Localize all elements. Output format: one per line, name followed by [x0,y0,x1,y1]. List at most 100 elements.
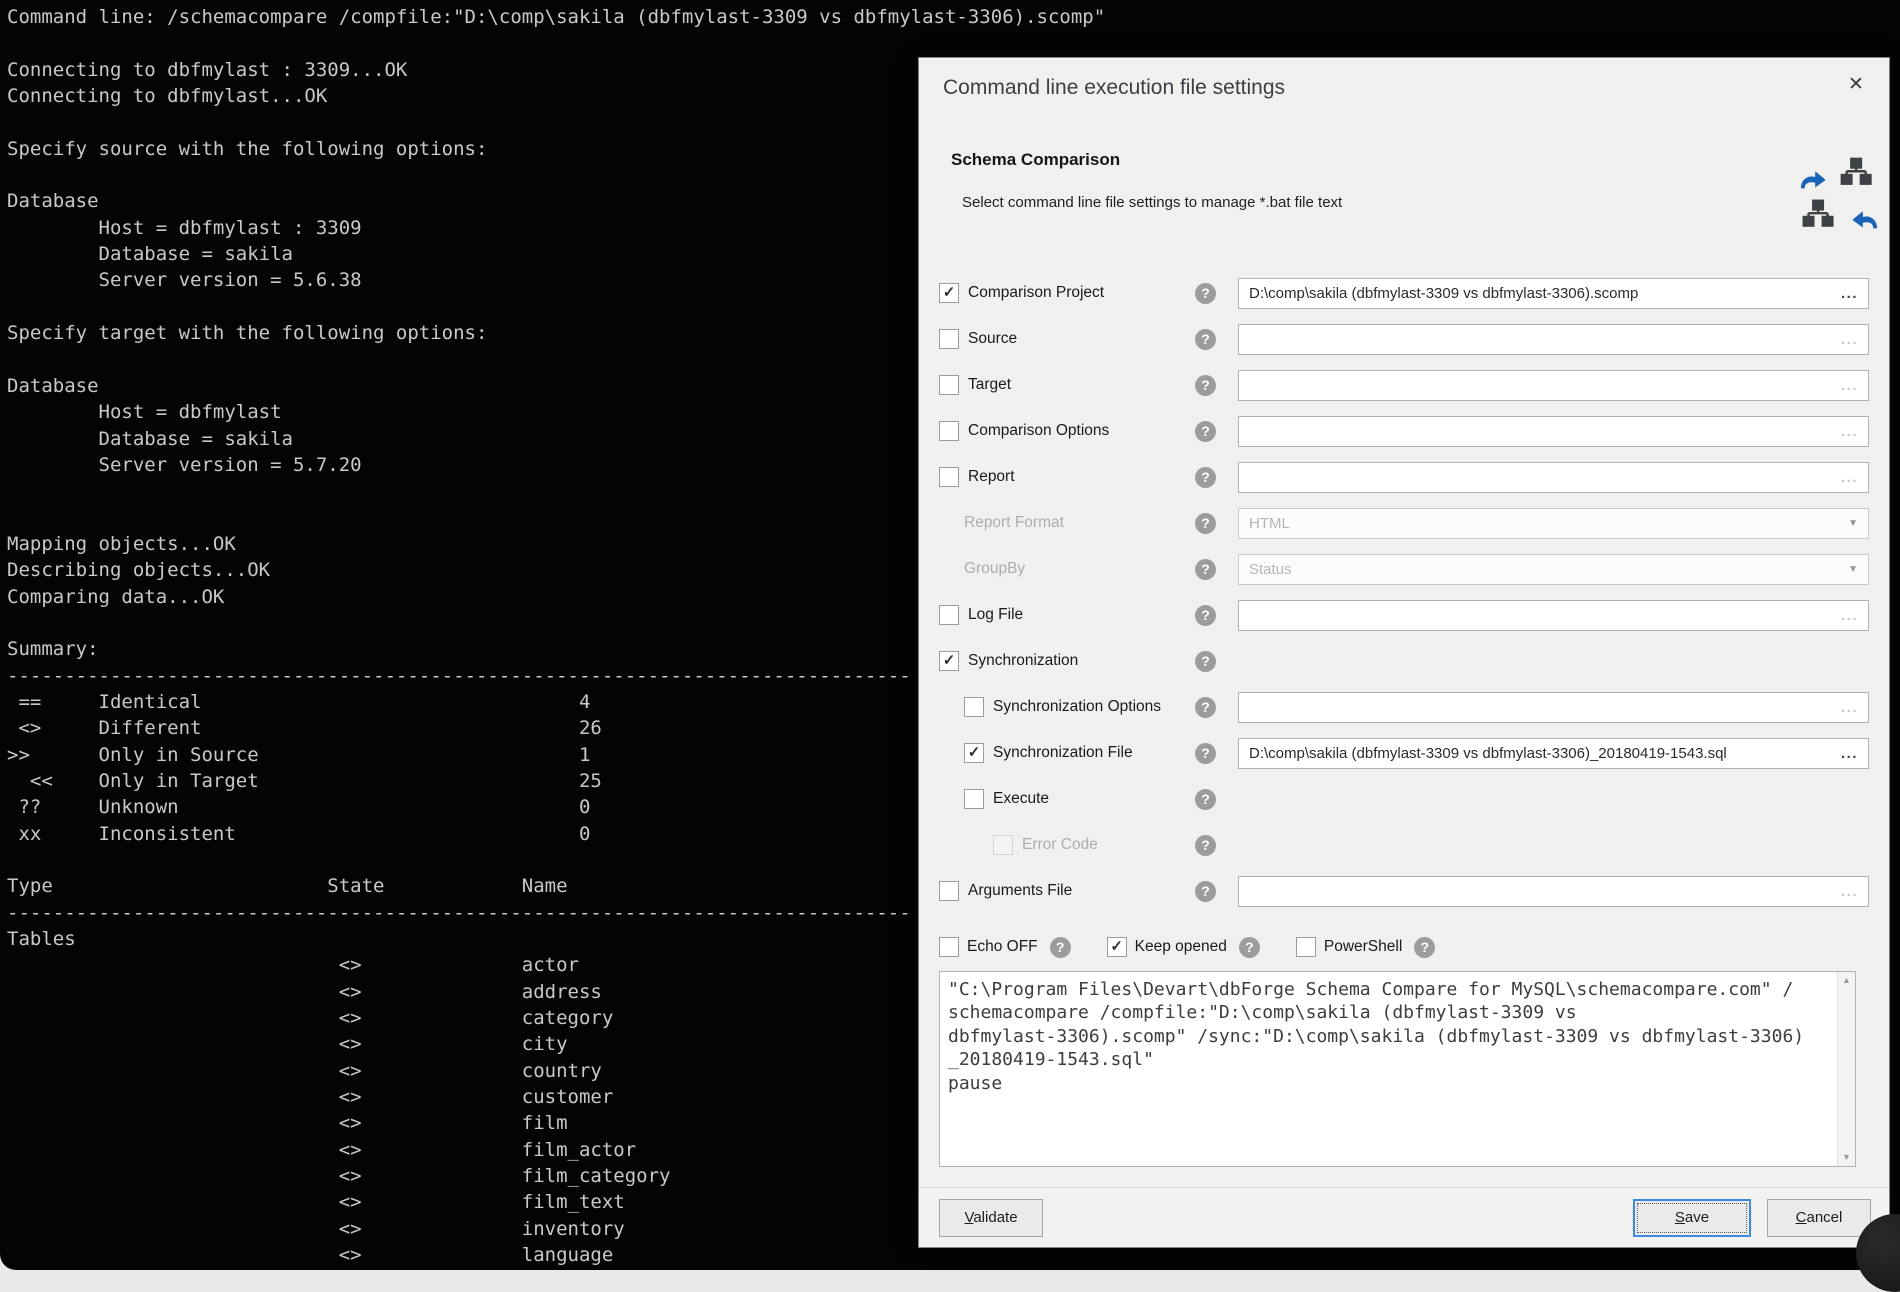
help-icon[interactable]: ? [1195,881,1216,902]
row-groupby: GroupBy ? Status ▼ [939,546,1869,592]
target-checkbox[interactable] [939,375,959,395]
bat-file-textarea[interactable]: "C:\Program Files\Devart\dbForge Schema … [939,971,1856,1167]
help-icon[interactable]: ? [1239,937,1260,958]
row-arguments-file: Arguments File ? ... [939,868,1869,914]
arguments-file-input[interactable]: ... [1238,876,1869,907]
chevron-down-icon: ▼ [1848,518,1858,529]
row-comparison-options: Comparison Options ? ... [939,408,1869,454]
row-error-code: Error Code ? [939,822,1869,868]
scroll-down-icon[interactable]: ▼ [1838,1149,1855,1166]
execute-label: Execute [993,790,1049,808]
keep-opened-label: Keep opened [1135,938,1227,956]
help-icon[interactable]: ? [1195,513,1216,534]
comparison-options-checkbox[interactable] [939,421,959,441]
report-format-select[interactable]: HTML ▼ [1238,508,1869,539]
execution-options: Echo OFF ? ✓ Keep opened ? PowerShell ? [939,927,1435,967]
help-icon[interactable]: ? [1414,937,1435,958]
comparison-options-input[interactable]: ... [1238,416,1869,447]
help-icon[interactable]: ? [1195,697,1216,718]
help-icon[interactable]: ? [1195,789,1216,810]
browse-button[interactable]: ... [1841,883,1858,900]
powershell-label: PowerShell [1324,938,1402,956]
help-icon[interactable]: ? [1195,421,1216,442]
settings-rows: ✓ Comparison Project ? D:\comp\sakila (d… [939,270,1869,914]
report-label: Report [968,468,1015,486]
synchronization-label: Synchronization [968,652,1078,670]
groupby-label: GroupBy [964,560,1025,578]
save-button[interactable]: Save [1633,1199,1751,1237]
opt-echo-off: Echo OFF ? [939,937,1071,958]
target-input[interactable]: ... [1238,370,1869,401]
help-icon[interactable]: ? [1195,375,1216,396]
opt-keep-opened: ✓ Keep opened ? [1107,937,1260,958]
opt-powershell: PowerShell ? [1296,937,1435,958]
row-synchronization-file: ✓ Synchronization File ? D:\comp\sakila … [939,730,1869,776]
help-icon[interactable]: ? [1195,467,1216,488]
row-log-file: Log File ? ... [939,592,1869,638]
row-comparison-project: ✓ Comparison Project ? D:\comp\sakila (d… [939,270,1869,316]
source-checkbox[interactable] [939,329,959,349]
powershell-checkbox[interactable] [1296,937,1316,957]
arguments-file-label: Arguments File [968,882,1072,900]
arguments-file-checkbox[interactable] [939,881,959,901]
browse-button[interactable]: ... [1841,745,1858,762]
keep-opened-checkbox[interactable]: ✓ [1107,937,1127,957]
synchronization-file-input[interactable]: D:\comp\sakila (dbfmylast-3309 vs dbfmyl… [1238,738,1869,769]
error-code-checkbox[interactable] [993,835,1013,855]
synchronization-checkbox[interactable]: ✓ [939,651,959,671]
source-label: Source [968,330,1017,348]
schema-comparison-heading: Schema Comparison [951,150,1120,170]
comparison-project-input[interactable]: D:\comp\sakila (dbfmylast-3309 vs dbfmyl… [1238,278,1869,309]
synchronization-options-checkbox[interactable] [964,697,984,717]
help-icon[interactable]: ? [1195,651,1216,672]
cancel-button[interactable]: Cancel [1767,1199,1871,1237]
synchronization-file-checkbox[interactable]: ✓ [964,743,984,763]
help-icon[interactable]: ? [1050,937,1071,958]
execute-checkbox[interactable] [964,789,984,809]
synchronization-options-input[interactable]: ... [1238,692,1869,723]
comparison-options-label: Comparison Options [968,422,1109,440]
browse-button[interactable]: ... [1841,699,1858,716]
echo-off-checkbox[interactable] [939,937,959,957]
browse-button[interactable]: ... [1841,469,1858,486]
source-input[interactable]: ... [1238,324,1869,355]
report-format-label: Report Format [964,514,1064,532]
help-icon[interactable]: ? [1195,605,1216,626]
log-file-checkbox[interactable] [939,605,959,625]
row-synchronization-options: Synchronization Options ? ... [939,684,1869,730]
row-source: Source ? ... [939,316,1869,362]
schema-compare-icon [1799,156,1879,238]
groupby-select[interactable]: Status ▼ [1238,554,1869,585]
close-icon[interactable]: ✕ [1843,72,1869,98]
browse-button[interactable]: ... [1841,607,1858,624]
error-code-label: Error Code [1022,836,1098,854]
dialog-title: Command line execution file settings [943,76,1285,100]
help-icon[interactable]: ? [1195,743,1216,764]
help-icon[interactable]: ? [1195,835,1216,856]
synchronization-file-label: Synchronization File [993,744,1133,762]
row-execute: Execute ? [939,776,1869,822]
textarea-scrollbar[interactable]: ▲ ▼ [1837,972,1855,1166]
help-icon[interactable]: ? [1195,559,1216,580]
validate-button[interactable]: Validate [939,1199,1043,1237]
chevron-down-icon: ▼ [1848,564,1858,575]
browse-button[interactable]: ... [1841,423,1858,440]
scroll-up-icon[interactable]: ▲ [1838,972,1855,989]
browse-button[interactable]: ... [1841,377,1858,394]
help-icon[interactable]: ? [1195,329,1216,350]
report-input[interactable]: ... [1238,462,1869,493]
row-target: Target ? ... [939,362,1869,408]
browse-button[interactable]: ... [1841,285,1858,302]
target-label: Target [968,376,1011,394]
row-report: Report ? ... [939,454,1869,500]
command-line-settings-dialog: Command line execution file settings ✕ S… [918,57,1890,1248]
comparison-project-label: Comparison Project [968,284,1104,302]
log-file-label: Log File [968,606,1023,624]
help-icon[interactable]: ? [1195,283,1216,304]
report-checkbox[interactable] [939,467,959,487]
bat-file-text: "C:\Program Files\Devart\dbForge Schema … [940,972,1855,1101]
comparison-project-checkbox[interactable]: ✓ [939,283,959,303]
schema-comparison-subtitle: Select command line file settings to man… [962,194,1342,211]
log-file-input[interactable]: ... [1238,600,1869,631]
browse-button[interactable]: ... [1841,331,1858,348]
